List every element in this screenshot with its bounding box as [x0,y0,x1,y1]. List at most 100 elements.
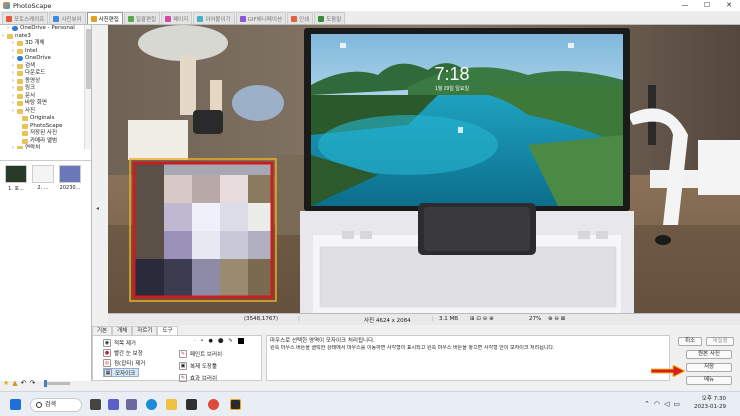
task-view-icon[interactable] [90,399,101,410]
tab-tools[interactable]: 도구 [157,326,178,335]
tree-node[interactable]: › Intel [0,48,84,56]
back-icon[interactable]: ↶ [21,379,27,387]
tree-node[interactable]: › 다운로드 [0,70,84,78]
menu-button[interactable]: 메뉴 [686,376,732,385]
tab-basic[interactable]: 기본 [92,326,113,335]
collapse-icon[interactable]: ◂ [96,205,99,212]
redeye-fix-button[interactable]: ● 빨간 눈 보정 [103,348,143,357]
cancel-button[interactable]: 취소 [678,337,702,346]
tree-node[interactable]: › 3D 개체 [0,40,84,48]
color-picker-icon[interactable]: ✎ [229,338,233,344]
thumbnail-size-slider[interactable] [44,379,71,387]
brush-size-4[interactable]: ⬤ [218,338,224,344]
tree-node[interactable]: › 연락처 [0,145,84,149]
clone-stamp-button[interactable]: ▣ 복제 도장툴 [179,361,217,370]
edit-tabs: 기본 개체 자르기 도구 [92,325,182,335]
tab-1[interactable]: 사진뷰어 [49,12,86,24]
mosaic-button[interactable]: ▦ 모자이크 [103,368,140,377]
zoom-actual-icon[interactable]: ⊡ [476,316,481,322]
tab-label: GIF애니메이션 [247,16,282,23]
brush-size-2[interactable]: • [201,338,204,344]
zoom-in-button-icon[interactable]: ⊕ [548,316,553,322]
taskbar-search[interactable]: 검색 [30,398,82,412]
forward-icon[interactable]: ↷ [30,379,36,387]
tree-node[interactable]: 저장된 사진 [0,130,84,138]
tab-crop[interactable]: 자르기 [132,326,158,335]
red-eye-removal-button[interactable]: ◉ 적목 제거 [103,338,136,347]
teams-chat-icon[interactable] [126,399,137,410]
tree-node[interactable]: 카메라 앨범 [0,138,84,146]
volume-icon[interactable]: ◁ [664,400,669,408]
windows-start-icon[interactable] [10,399,21,410]
tab-3[interactable]: 일괄편집 [123,12,161,24]
save-button[interactable]: 저장 [686,363,732,372]
file-explorer-icon[interactable] [166,399,177,410]
folder-icon [17,101,23,107]
tab-5[interactable]: 이어붙이기 [193,12,235,24]
tab-object[interactable]: 개체 [112,326,133,335]
tab-2[interactable]: 사진편집 [86,12,123,24]
store-icon[interactable] [186,399,197,410]
taskbar: 검색 ⌃ ◠ ◁ ▭ 오후 7:30 2023-01-29 [0,391,740,416]
tree-scrollbar[interactable] [84,25,91,149]
tray-chevron-icon[interactable]: ⌃ [644,400,650,408]
close-button[interactable]: ✕ [718,0,740,11]
original-photo-button[interactable]: 원본 사진 [686,350,732,359]
teams-icon[interactable] [108,399,119,410]
search-icon [36,402,42,408]
tree-node[interactable]: Originals [0,115,84,123]
folder-up-icon[interactable]: ▲ [12,379,17,387]
zoom-in-icon[interactable]: ⊕ [489,316,494,322]
brush-size-1[interactable]: · [194,338,196,344]
tree-node[interactable]: › 링크 [0,85,84,93]
paint-brush-button[interactable]: ✎ 페인트 브러쉬 [179,349,222,358]
brush-size-3[interactable]: ● [209,338,213,344]
taskbar-clock[interactable]: 오후 7:30 2023-01-29 [694,395,726,411]
photo-image: 7:18 1월 29일 일요일 [108,25,740,313]
zoom-out-button-icon[interactable]: ⊖ [554,316,559,322]
zoom-out-icon[interactable]: ⊖ [483,316,488,322]
tab-6[interactable]: GIF애니메이션 [235,12,286,24]
photoscape-taskbar-icon[interactable] [230,399,241,410]
chrome-icon[interactable] [208,399,219,410]
favorite-icon[interactable]: ★ [3,379,9,387]
tree-node-label: PhotoScape [30,122,63,129]
thumbnail-item[interactable]: 1. 포... [4,165,28,192]
thumbnail-item[interactable]: 20230... [58,165,82,191]
effect-brush-button[interactable]: ✎ 효과 브러쉬 [179,373,217,382]
color-swatch[interactable] [237,337,244,344]
mosaic-selection[interactable] [129,158,277,302]
left-pane: › OneDrive - Personal › nate3 › 3D 개체 › Intel › O… [0,25,92,381]
mole-removal-button[interactable]: ◎ 점(잡티) 제거 [103,358,145,367]
image-size: 사진 4624 x 2084 [364,318,411,324]
tree-node[interactable]: PhotoScape [0,123,84,131]
thumbnail-image [59,165,81,183]
redo-button[interactable]: 재실행 [706,337,734,346]
status-bar: (3548,1767) | 사진 4624 x 2084 | 3.1 MB ⊞ … [108,313,740,325]
fullscreen-icon[interactable]: ⊠ [561,316,566,322]
tree-node[interactable]: › 동영상 [0,78,84,86]
tree-node[interactable]: › nate3 [0,33,84,41]
tree-node[interactable]: › OneDrive - Personal [0,25,84,33]
minimize-button[interactable]: — [674,0,696,11]
tree-node[interactable]: › 바탕 화면 [0,100,84,108]
photo-canvas[interactable]: 7:18 1월 29일 일요일 [108,25,740,313]
tab-8[interactable]: 도움말 [314,12,346,24]
spot-icon: ◎ [103,358,111,367]
tree-node[interactable]: › 문서 [0,93,84,101]
maximize-button[interactable]: ☐ [696,0,718,11]
tab-4[interactable]: 페이지 [161,12,193,24]
tree-node[interactable]: › 사진 [0,108,84,116]
tab-0[interactable]: 포토스케이프 [2,12,49,24]
pointer-arrow-icon [651,365,685,377]
folder-icon [22,116,28,122]
edge-icon[interactable] [146,399,157,410]
battery-icon[interactable]: ▭ [673,400,680,408]
tree-node[interactable]: › 검색 [0,63,84,71]
tree-node[interactable]: › OneDrive [0,55,84,63]
tab-7[interactable]: 인쇄 [286,12,314,24]
thumbnail-item[interactable]: 2. ... [31,165,55,191]
wifi-icon[interactable]: ◠ [654,400,660,408]
zoom-fit-icon[interactable]: ⊞ [470,316,475,322]
stamp-icon: ▣ [179,361,187,370]
